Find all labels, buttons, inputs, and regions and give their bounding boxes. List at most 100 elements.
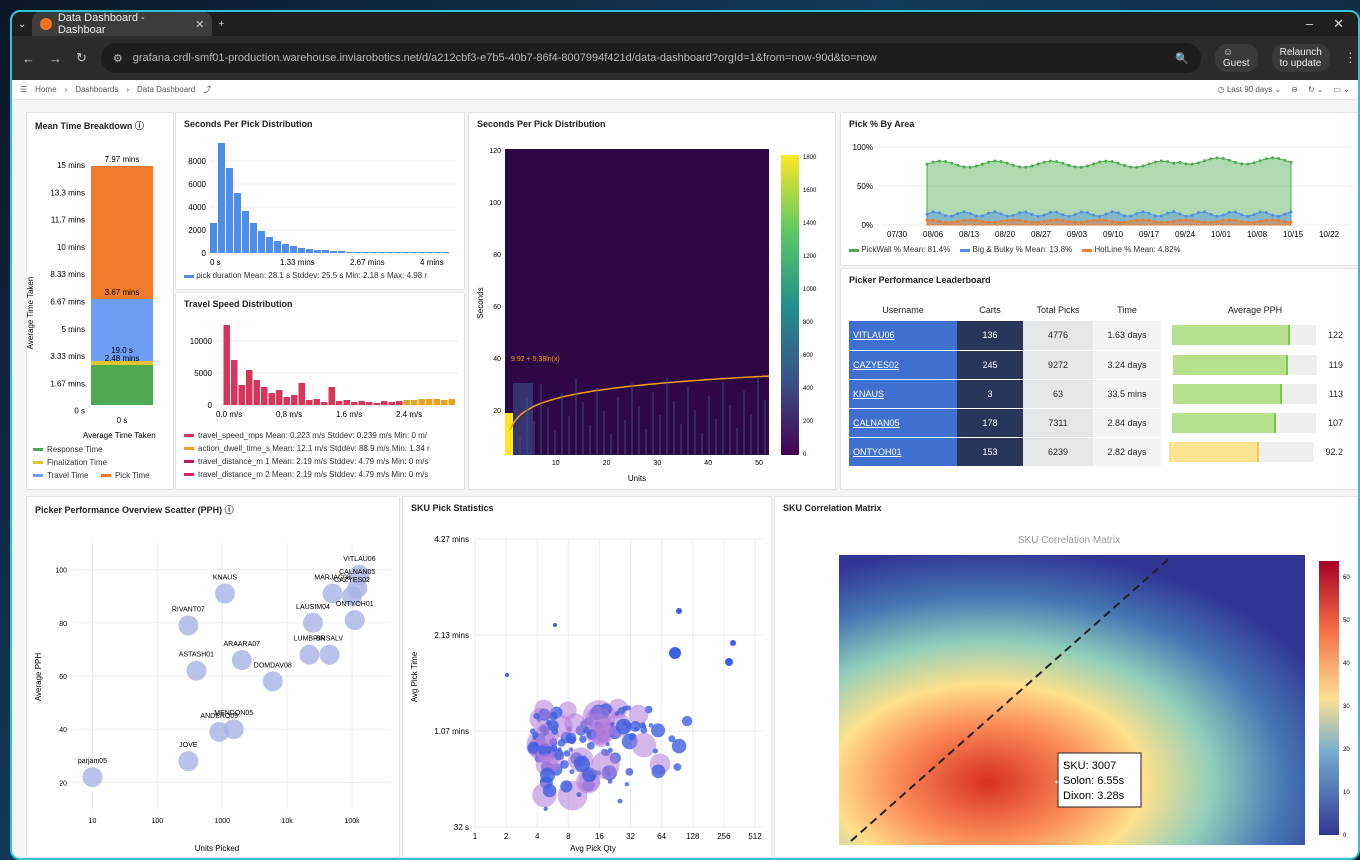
sku-bubble[interactable] [628,704,649,725]
username-link[interactable]: KNAUS [849,379,957,409]
sku-bubble[interactable] [540,767,556,783]
scatter-point[interactable] [209,721,230,742]
scatter-point[interactable] [82,767,103,788]
username-link[interactable]: CALNAN05 [849,408,957,438]
sku-bubble[interactable] [505,673,509,677]
scatter-point[interactable] [231,650,252,671]
scatter-point[interactable] [319,644,340,665]
sku-bubble[interactable] [725,658,733,666]
sku-bubble[interactable] [550,744,558,752]
scatter-point[interactable] [178,615,199,636]
legend-distance-2[interactable]: travel_distance_m 2 Mean: 2.19 m/s Stdde… [184,470,430,479]
breadcrumb-dashboards[interactable]: Dashboards [75,85,118,94]
sku-bubble[interactable] [652,748,658,754]
site-info-icon[interactable]: ⚙ [113,52,123,65]
zoom-out-icon[interactable]: ⊖ [1291,85,1298,94]
sku-bubble[interactable] [533,712,540,720]
sku-bubble[interactable] [607,779,613,784]
scatter-point[interactable] [186,660,207,681]
sku-bubble[interactable] [648,723,654,728]
scatter-point[interactable] [344,610,365,631]
sku-bubble[interactable] [651,723,666,738]
sku-bubble[interactable] [614,711,620,716]
legend-distance-1[interactable]: travel_distance_m 1 Mean: 2.19 m/s Stdde… [184,457,430,466]
sku-bubble[interactable] [631,732,657,758]
menu-toggle-icon[interactable]: ☰ [20,85,27,94]
scatter-point[interactable] [262,671,283,692]
scatter-point[interactable] [214,583,235,604]
scatter-point[interactable] [302,612,323,633]
reload-icon[interactable]: ↻ [76,50,87,66]
scatter-point[interactable] [178,751,199,772]
legend-dwell[interactable]: action_dwell_time_s Mean: 12.1 m/s Stdde… [184,444,430,453]
sku-bubble[interactable] [557,739,566,747]
sku-bubble[interactable] [629,721,641,732]
col-carts[interactable]: Carts [957,299,1023,321]
sku-bubble[interactable] [568,747,574,752]
legend-travel-pick[interactable]: Travel Time Pick Time [33,471,150,480]
sku-bubble[interactable] [569,769,575,775]
sku-bubble[interactable] [651,764,666,779]
menu-icon[interactable]: ⋮ [1344,50,1357,66]
sku-bubble[interactable] [553,623,557,627]
col-total-picks[interactable]: Total Picks [1023,299,1093,321]
username-link[interactable]: CAZYES02 [849,350,957,380]
sku-bubble[interactable] [549,711,558,721]
sku-bubble[interactable] [543,806,548,811]
tab-data-dashboard[interactable]: Data Dashboard - Dashboar ✕ [32,12,213,36]
sku-bubble[interactable] [615,718,632,735]
sku-bubble[interactable] [576,792,582,798]
sku-bubble[interactable] [669,647,681,659]
relaunch-button[interactable]: Relaunch to update [1271,44,1330,72]
sku-bubble[interactable] [560,780,573,793]
username-link[interactable]: VITLAU06 [849,321,957,351]
sku-bubble[interactable] [617,798,623,804]
sku-bubble[interactable] [668,735,676,743]
scatter-point[interactable] [299,644,320,665]
col-avg-pph[interactable]: Average PPH [1161,299,1349,321]
sku-bubble[interactable] [673,763,682,771]
minimize-icon[interactable]: – [1306,16,1313,32]
spp-legend[interactable]: pick duration Mean: 28.1 s Stddev: 25.5 … [184,271,427,280]
sku-bubble[interactable] [591,726,610,746]
sku-bubble[interactable] [625,768,634,776]
username-link[interactable]: ONTYOH01 [849,437,957,467]
forward-icon[interactable]: → [49,51,62,66]
sku-bubble[interactable] [586,742,595,750]
close-window-icon[interactable]: ✕ [1333,16,1344,32]
legend-hotline[interactable]: HotLine % Mean: 4.82% [1082,245,1181,254]
new-tab-icon[interactable]: + [218,19,224,30]
info-icon[interactable]: ⓘ [135,121,144,131]
tab-search-icon[interactable]: ⌄ [18,19,26,30]
tab-close-icon[interactable]: ✕ [195,18,204,31]
sku-bubble[interactable] [676,608,682,614]
sku-bubble[interactable] [591,751,620,780]
legend-finalization[interactable]: Finalization Time [33,458,150,467]
sku-bubble[interactable] [542,783,557,798]
col-username[interactable]: Username [849,299,957,321]
sku-bubble[interactable] [560,760,569,769]
col-time[interactable]: Time [1093,299,1161,321]
back-icon[interactable]: ← [22,51,35,66]
address-bar[interactable]: ⚙ grafana.crdl-smf01-production.warehous… [100,43,1201,73]
legend-travel-speed[interactable]: travel_speed_mps Mean: 0.223 m/s Stddev:… [184,431,430,440]
sku-bubble[interactable] [730,640,736,646]
sku-bubble[interactable] [557,747,562,752]
legend-response[interactable]: Response Time [33,445,150,454]
sku-bubble[interactable] [610,722,615,727]
sku-bubble[interactable] [624,782,630,787]
breadcrumb-home[interactable]: Home [35,85,56,94]
zoom-icon[interactable]: 🔍 [1175,52,1189,65]
info-icon[interactable]: ⓘ [225,505,234,515]
profile-button[interactable]: ☺ Guest [1214,44,1258,72]
sku-bubble[interactable] [564,713,586,735]
sku-bubble[interactable] [547,720,559,732]
sku-bubble[interactable] [605,742,610,747]
sku-bubble[interactable] [532,731,539,739]
tv-mode-icon[interactable]: ▭ ⌄ [1334,85,1350,94]
time-range-picker[interactable]: ◷ Last 90 days ⌄ [1218,85,1282,94]
sku-bubble[interactable] [681,715,693,727]
legend-pickwall[interactable]: PickWall % Mean: 81.4% [849,245,950,254]
refresh-icon[interactable]: ↻ ⌄ [1308,85,1324,94]
legend-bigbulky[interactable]: Big & Bulky % Mean: 13.8% [960,245,1072,254]
